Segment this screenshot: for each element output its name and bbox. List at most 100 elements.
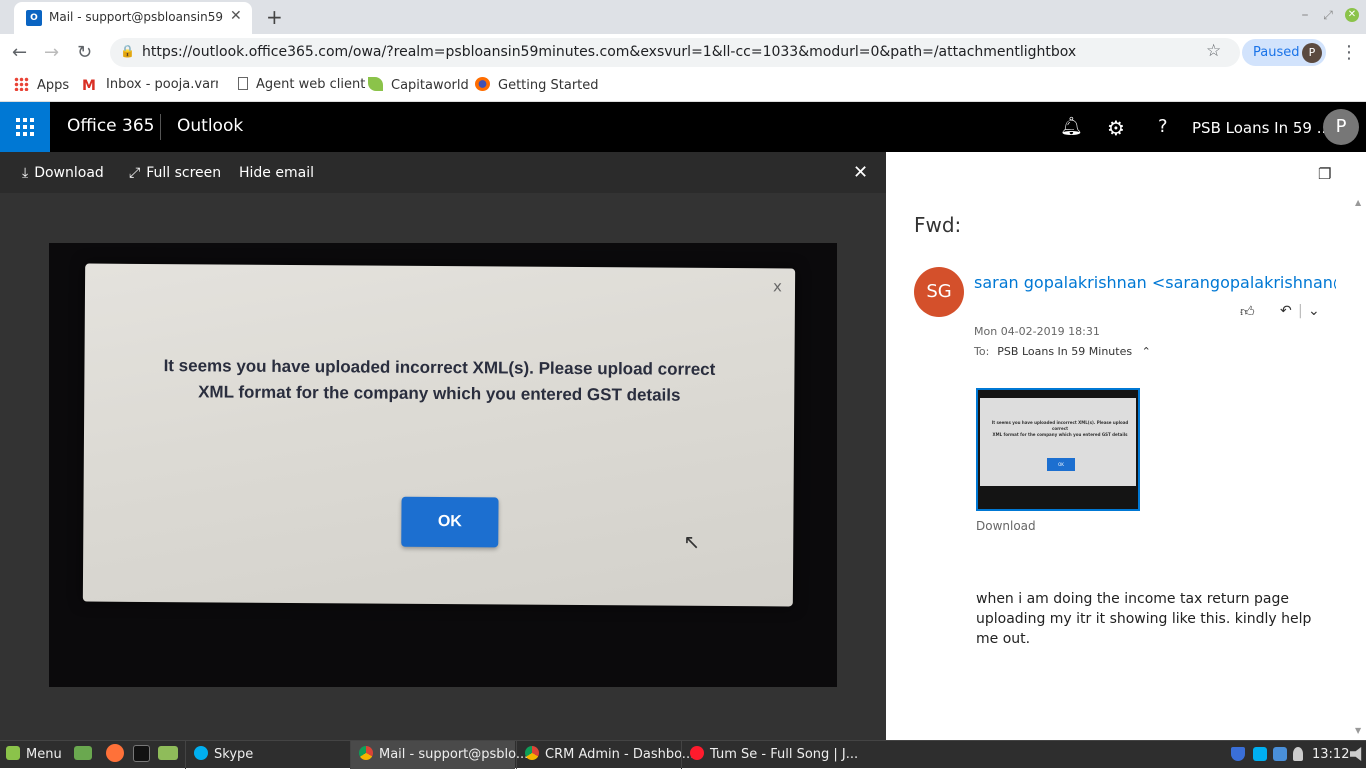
office-brand[interactable]: Office 365 bbox=[67, 116, 154, 136]
window-label: Mail - support@psblo... bbox=[379, 747, 529, 762]
address-bar[interactable]: 🔒 https://outlook.office365.com/owa/?rea… bbox=[110, 38, 1240, 67]
bell-icon[interactable]: 🔔︎ bbox=[1060, 116, 1083, 137]
outlook-icon: O bbox=[26, 10, 42, 26]
back-icon[interactable]: ← bbox=[12, 42, 27, 63]
close-tab-icon[interactable]: ✕ bbox=[230, 8, 242, 24]
window-label: CRM Admin - Dashbo... bbox=[545, 747, 695, 762]
start-menu-button[interactable]: Menu bbox=[6, 741, 62, 769]
forward-icon[interactable]: → bbox=[44, 42, 59, 63]
chrome-icon bbox=[525, 746, 539, 760]
email-date: Mon 04-02-2019 18:31 bbox=[974, 325, 1100, 338]
bookmark-getting-started[interactable]: Getting Started bbox=[475, 77, 599, 93]
hide-email-button[interactable]: Hide email bbox=[239, 165, 314, 181]
browser-tab[interactable]: O Mail - support@psbloansin59m ✕ bbox=[14, 2, 252, 34]
taskbar-window-mail[interactable]: Mail - support@psblo... bbox=[350, 741, 528, 769]
photo-ok-button: OK bbox=[401, 496, 499, 548]
bookmark-capitaworld[interactable]: Capitaworld bbox=[368, 77, 469, 93]
recipient[interactable]: PSB Loans In 59 Minutes bbox=[997, 345, 1132, 358]
bookmark-label: Getting Started bbox=[498, 78, 599, 93]
bookmark-label: Capitaworld bbox=[391, 78, 469, 93]
bookmark-label: Apps bbox=[37, 78, 70, 93]
reload-icon[interactable]: ↻ bbox=[77, 42, 92, 63]
attachment-thumbnail[interactable]: It seems you have uploaded incorrect XML… bbox=[976, 388, 1140, 511]
tab-title: Mail - support@psbloansin59m bbox=[49, 10, 224, 24]
to-label: To: bbox=[974, 345, 990, 358]
new-tab-icon[interactable]: + bbox=[266, 5, 283, 29]
lock-icon: 🔒 bbox=[120, 44, 135, 58]
attachment-download-link[interactable]: Download bbox=[976, 519, 1036, 533]
attachment-lightbox: ⤓ Download ⤢ Full screen Hide email ✕ x It… bbox=[0, 152, 886, 740]
thumbnail-text-line: XML format for the company which you ent… bbox=[992, 432, 1128, 437]
attachment-photo: x It seems you have uploaded incorrect X… bbox=[49, 243, 837, 687]
profile-status: Paused bbox=[1253, 45, 1300, 60]
full-screen-button[interactable]: ⤢ Full screen bbox=[129, 165, 221, 181]
bookmark-star-icon[interactable]: ☆ bbox=[1206, 41, 1221, 61]
firefox-launcher-icon[interactable] bbox=[106, 741, 130, 769]
gear-icon[interactable]: ⚙ bbox=[1107, 116, 1125, 140]
collapse-recipients-icon[interactable]: ⌃ bbox=[1142, 345, 1151, 358]
app-launcher-icon[interactable] bbox=[0, 102, 50, 152]
profile-avatar: P bbox=[1302, 43, 1322, 63]
sender-avatar: SG bbox=[914, 267, 964, 317]
reply-icon[interactable]: ↶ bbox=[1280, 303, 1292, 319]
thumbnail-screen: It seems you have uploaded incorrect XML… bbox=[980, 398, 1136, 486]
reading-pane: ❐ Fwd: SG saran gopalakrishnan <sarangop… bbox=[886, 152, 1366, 740]
window-close-icon[interactable]: ✕ bbox=[1345, 8, 1359, 22]
help-icon[interactable]: ? bbox=[1158, 116, 1168, 137]
error-message-line: XML format for the company which you ent… bbox=[198, 382, 681, 405]
error-message: It seems you have uploaded incorrect XML… bbox=[129, 353, 749, 409]
tenant-name[interactable]: PSB Loans In 59 ... bbox=[1192, 119, 1331, 137]
app-name[interactable]: Outlook bbox=[177, 116, 243, 136]
hide-email-label: Hide email bbox=[239, 165, 314, 181]
maximize-icon[interactable]: ⤢ bbox=[1321, 8, 1335, 22]
files-launcher-icon[interactable] bbox=[158, 741, 184, 769]
profile-button[interactable]: Paused P bbox=[1242, 39, 1326, 66]
email-subject: Fwd: bbox=[914, 213, 962, 237]
scrollbar[interactable]: ▲ ▼ bbox=[1351, 194, 1366, 740]
leaf-icon bbox=[368, 77, 383, 91]
office-header: Office 365 Outlook 🔔︎ ⚙ ? PSB Loans In 5… bbox=[0, 102, 1366, 152]
menu-label: Menu bbox=[26, 747, 62, 762]
scroll-up-icon[interactable]: ▲ bbox=[1355, 198, 1361, 207]
close-icon[interactable]: ✕ bbox=[853, 162, 868, 183]
scroll-down-icon[interactable]: ▼ bbox=[1355, 726, 1361, 735]
notification-bell-icon[interactable] bbox=[1293, 747, 1303, 761]
like-icon[interactable]: 👍︎ bbox=[1240, 303, 1255, 320]
thumbnail-text: It seems you have uploaded incorrect XML… bbox=[984, 420, 1136, 438]
bookmark-inbox[interactable]: M Inbox - pooja.varma bbox=[82, 77, 218, 94]
popout-icon[interactable]: ❐ bbox=[1318, 165, 1331, 183]
skype-icon bbox=[194, 746, 208, 760]
terminal-launcher-icon[interactable] bbox=[133, 741, 156, 769]
photo-error-dialog: x It seems you have uploaded incorrect X… bbox=[82, 263, 796, 607]
download-button[interactable]: ⤓ Download bbox=[22, 165, 104, 181]
mint-logo-icon bbox=[6, 746, 20, 760]
window-label: Tum Se - Full Song | J... bbox=[710, 747, 859, 762]
gmail-icon: M bbox=[82, 78, 96, 94]
taskbar-window-music[interactable]: Tum Se - Full Song | J... bbox=[681, 741, 858, 769]
taskbar-window-skype[interactable]: Skype bbox=[185, 741, 348, 769]
bookmark-apps[interactable]: Apps bbox=[14, 77, 69, 93]
opera-icon bbox=[690, 746, 704, 760]
window-label: Skype bbox=[214, 747, 254, 762]
volume-icon[interactable] bbox=[1350, 747, 1362, 761]
shield-icon[interactable] bbox=[1231, 747, 1245, 761]
expand-icon: ⤢ bbox=[129, 165, 141, 181]
sender-name[interactable]: saran gopalakrishnan <sarangopalakrishna… bbox=[974, 273, 1336, 292]
avatar[interactable]: P bbox=[1323, 109, 1359, 145]
browser-menu-icon[interactable]: ⋮ bbox=[1340, 42, 1358, 63]
skype-tray-icon[interactable] bbox=[1253, 747, 1267, 761]
clock[interactable]: 13:12 bbox=[1312, 741, 1349, 769]
thumbnail-ok: OK bbox=[1047, 458, 1075, 471]
minimize-icon[interactable]: – bbox=[1298, 8, 1312, 22]
chrome-icon bbox=[359, 746, 373, 760]
dialog-close-mark: x bbox=[772, 277, 782, 296]
network-icon[interactable] bbox=[1273, 747, 1287, 761]
bookmark-agent-web-client[interactable]: Agent web client bbox=[238, 77, 365, 92]
actions-divider: | bbox=[1298, 303, 1303, 319]
email-body: when i am doing the income tax return pa… bbox=[976, 591, 1312, 647]
show-desktop-icon[interactable] bbox=[74, 741, 98, 769]
chevron-down-icon[interactable]: ⌄ bbox=[1308, 303, 1320, 319]
taskbar: Menu Skype Mail - support@psblo... CRM A… bbox=[0, 740, 1366, 769]
taskbar-window-crm[interactable]: CRM Admin - Dashbo... bbox=[516, 741, 694, 769]
firefox-icon bbox=[475, 77, 490, 91]
